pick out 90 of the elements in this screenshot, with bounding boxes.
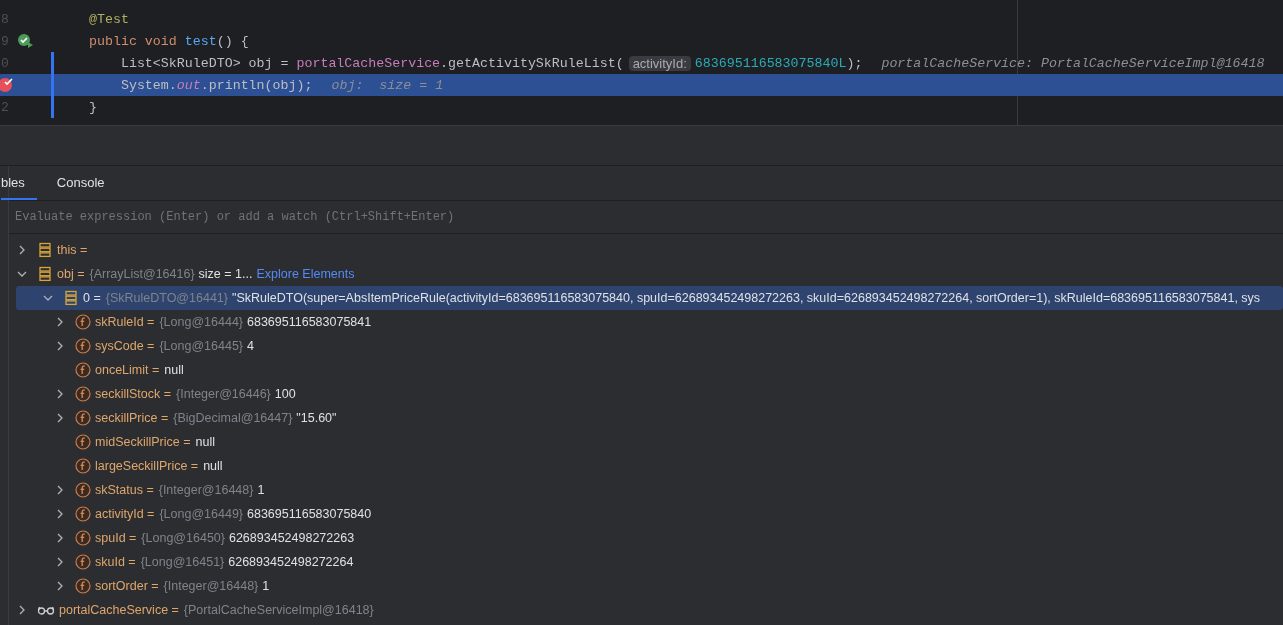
variable-type: {BigDecimal@16447} <box>173 411 293 425</box>
collapse-chevron-icon[interactable] <box>43 293 53 303</box>
stack-icon <box>37 266 53 282</box>
variable-name: seckillPrice = <box>95 411 169 425</box>
field-icon <box>75 386 91 402</box>
number-literal: 683695116583075840L <box>694 55 847 71</box>
static-field: out <box>176 77 201 93</box>
expand-chevron-icon[interactable] <box>55 533 65 543</box>
field-icon <box>75 458 91 474</box>
variable-name: spuId = <box>95 531 137 545</box>
stack-icon <box>63 290 79 306</box>
code-text: ); <box>846 55 863 71</box>
variable-type: {Long@16451} <box>140 555 225 569</box>
expand-chevron-icon[interactable] <box>55 485 65 495</box>
expand-chevron-icon[interactable] <box>55 413 65 423</box>
variable-type: {Long@16449} <box>159 507 243 521</box>
inline-debug-value: obj: size = 1 <box>331 77 444 93</box>
variable-name: sysCode = <box>95 339 155 353</box>
field-icon <box>75 578 91 594</box>
variable-value: null <box>195 435 215 449</box>
field-icon <box>75 554 91 570</box>
run-check-icon[interactable] <box>17 33 35 49</box>
variable-value: 683695116583075840 <box>247 507 372 521</box>
code-text: () { <box>216 33 249 49</box>
expand-chevron-icon[interactable] <box>17 605 27 615</box>
variable-name: seckillStock = <box>95 387 172 401</box>
variable-name: 0 = <box>83 291 101 305</box>
variable-type: {SkRuleDTO@16441} <box>105 291 228 305</box>
annotation: @Test <box>89 11 129 27</box>
collapse-chevron-icon[interactable] <box>17 269 27 279</box>
variable-name: obj = <box>57 267 85 281</box>
method-name: test <box>184 33 217 49</box>
variable-value: 1 <box>257 483 265 497</box>
field-icon <box>75 530 91 546</box>
variable-type: {Long@16444} <box>159 315 243 329</box>
variable-value: "SkRuleDTO(super=AbsItemPriceRule(activityId=683695116583075840, spuId=626893452498272263, skuId=626893452498272264, sortOrder=1), skRuleId=683695116583075841, sys <box>232 291 1261 305</box>
expand-chevron-icon[interactable] <box>55 581 65 591</box>
field-icon <box>75 506 91 522</box>
variable-value: null <box>203 459 223 473</box>
stack-icon <box>37 242 53 258</box>
expand-chevron-icon[interactable] <box>55 341 65 351</box>
breakpoint-icon[interactable] <box>0 77 14 93</box>
expand-chevron-icon[interactable] <box>55 509 65 519</box>
variable-value: 4 <box>247 339 254 353</box>
variable-type: {ArrayList@16416} <box>89 267 195 281</box>
variable-type: {PortalCacheServiceImpl@16418} <box>183 603 374 617</box>
variable-name: midSeckillPrice = <box>95 435 191 449</box>
expand-chevron-icon[interactable] <box>55 317 65 327</box>
variable-name: activityId = <box>95 507 155 521</box>
code-text: } <box>89 99 97 115</box>
variable-name: skuId = <box>95 555 136 569</box>
expand-chevron-icon[interactable] <box>17 245 27 255</box>
variable-name: onceLimit = <box>95 363 160 377</box>
field-icon <box>75 410 91 426</box>
field-icon <box>75 362 91 378</box>
variable-value: null <box>164 363 184 377</box>
variable-value: 1 <box>262 579 270 593</box>
variable-value: size = 1... <box>198 267 253 281</box>
variable-type: {Long@16445} <box>159 339 243 353</box>
code-text: System. <box>119 77 177 93</box>
parameter-hint: activityId: <box>628 55 691 71</box>
keyword: public void <box>89 33 178 49</box>
field-icon <box>75 434 91 450</box>
code-text: List<SkRuleDTO> obj = <box>119 55 290 71</box>
variable-type: {Integer@16446} <box>176 387 271 401</box>
variable-type: {Integer@16448} <box>158 483 254 497</box>
code-text: .println(obj); <box>200 77 313 93</box>
explore-elements-link[interactable]: Explore Elements <box>256 267 355 281</box>
variable-value: 626893452498272263 <box>228 531 355 545</box>
variable-name: sortOrder = <box>95 579 159 593</box>
field-icon <box>75 314 91 330</box>
variable-value: 100 <box>274 387 296 401</box>
variable-type: {Integer@16448} <box>163 579 259 593</box>
expand-chevron-icon[interactable] <box>55 389 65 399</box>
variable-name: largeSeckillPrice = <box>95 459 199 473</box>
variable-name: portalCacheService = <box>59 603 179 617</box>
variable-name: this = <box>57 243 88 257</box>
code-text: .getActivitySkRuleList( <box>440 55 624 71</box>
variable-name: skStatus = <box>95 483 154 497</box>
field-icon <box>75 482 91 498</box>
variable-name: skRuleId = <box>95 315 155 329</box>
expand-chevron-icon[interactable] <box>55 557 65 567</box>
variable-value: 626893452498272264 <box>228 555 354 569</box>
field-name: portalCacheService <box>296 55 441 71</box>
variable-value: 683695116583075841 <box>247 315 372 329</box>
inline-debug-value: portalCacheService: PortalCacheServiceImpl@16418 <box>881 55 1265 71</box>
variable-value: "15.60" <box>296 411 337 425</box>
variable-type: {Long@16450} <box>141 531 225 545</box>
panel-tab[interactable]: Console <box>48 166 113 200</box>
field-icon <box>75 338 91 354</box>
